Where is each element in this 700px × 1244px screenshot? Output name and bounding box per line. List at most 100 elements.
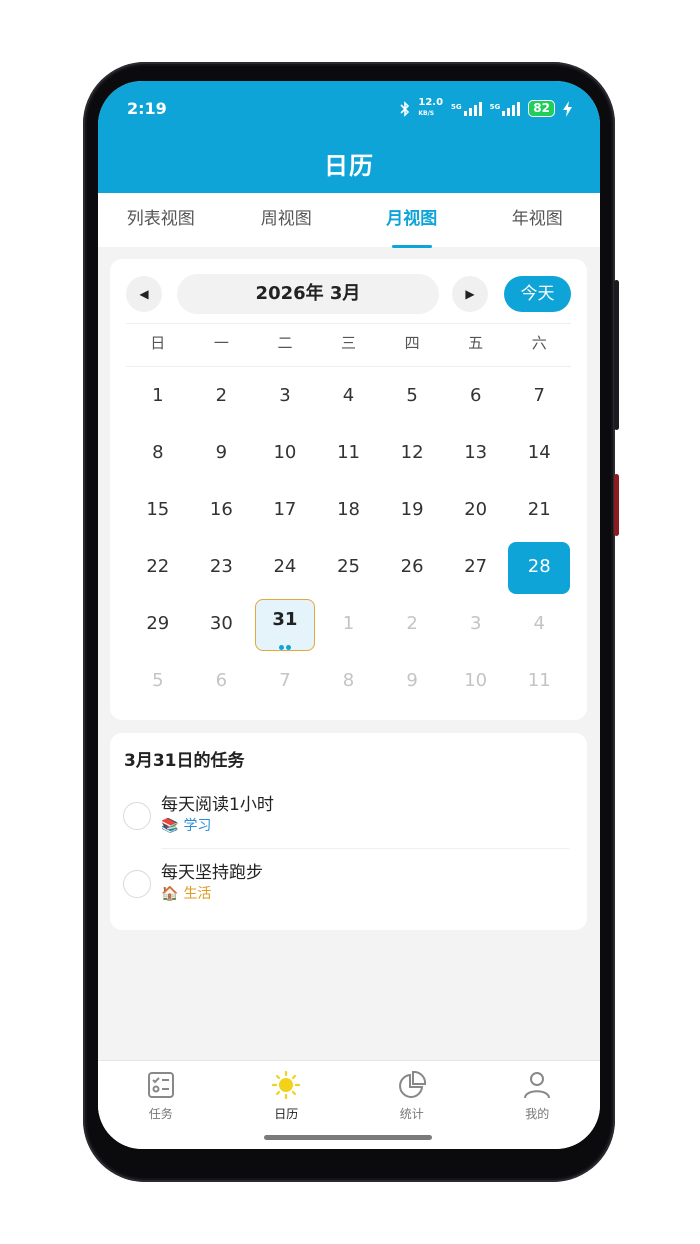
calendar-day[interactable]: 7 xyxy=(507,371,571,428)
calendar-day[interactable]: 30 xyxy=(190,599,254,656)
calendar-day[interactable]: 8 xyxy=(317,656,381,713)
calendar-day[interactable]: 24 xyxy=(253,542,317,599)
checklist-icon xyxy=(147,1072,174,1098)
calendar-day[interactable]: 27 xyxy=(444,542,508,599)
day-number: 11 xyxy=(527,670,551,691)
nav-label: 任务 xyxy=(148,1107,173,1121)
network-speed-value: 12.0 xyxy=(418,97,444,108)
month-label[interactable]: 2026年 3月 xyxy=(177,274,439,314)
tab-week-view[interactable]: 周视图 xyxy=(224,193,350,247)
calendar-day[interactable]: 2 xyxy=(190,371,254,428)
task-list-heading: 3月31日的任务 xyxy=(124,751,245,771)
task-title: 每天阅读1小时 xyxy=(161,795,274,815)
day-number: 19 xyxy=(400,499,424,520)
day-number: 1 xyxy=(152,385,164,406)
day-number: 23 xyxy=(209,556,233,577)
calendar-day[interactable]: 11 xyxy=(507,656,571,713)
calendar-day[interactable]: 10 xyxy=(444,656,508,713)
calendar-day[interactable]: 3 xyxy=(444,599,508,656)
calendar-day-today[interactable]: 31 xyxy=(253,599,317,656)
calendar-day[interactable]: 13 xyxy=(444,428,508,485)
day-number: 13 xyxy=(464,442,488,463)
nav-tasks[interactable]: 任务 xyxy=(98,1061,224,1149)
calendar-day[interactable]: 3 xyxy=(253,371,317,428)
calendar-day[interactable]: 15 xyxy=(126,485,190,542)
calendar-day[interactable]: 14 xyxy=(507,428,571,485)
calendar-day[interactable]: 20 xyxy=(444,485,508,542)
day-number: 2 xyxy=(406,613,418,634)
day-number: 27 xyxy=(464,556,488,577)
pie-chart-icon xyxy=(398,1071,426,1098)
calendar-day[interactable]: 9 xyxy=(190,428,254,485)
day-number: 29 xyxy=(146,613,170,634)
task-checkbox[interactable] xyxy=(123,870,151,898)
calendar-day[interactable]: 25 xyxy=(317,542,381,599)
calendar-day[interactable]: 8 xyxy=(126,428,190,485)
calendar-day[interactable]: 9 xyxy=(380,656,444,713)
calendar-day[interactable]: 12 xyxy=(380,428,444,485)
day-number: 4 xyxy=(342,385,355,406)
calendar-day[interactable]: 16 xyxy=(190,485,254,542)
home-indicator xyxy=(264,1135,432,1140)
weekday-label: 日 xyxy=(150,334,166,352)
day-number: 31 xyxy=(272,609,298,630)
today-button[interactable]: 今天 xyxy=(504,276,571,312)
tab-year-view[interactable]: 年视图 xyxy=(475,193,601,247)
tab-month-view[interactable]: 月视图 xyxy=(349,193,475,248)
calendar-week-row: 29 30 31 1 2 3 4 xyxy=(126,599,571,656)
weekday-label: 六 xyxy=(531,334,547,352)
day-number: 16 xyxy=(209,499,233,520)
calendar-day[interactable]: 18 xyxy=(317,485,381,542)
next-month-button[interactable]: ▶ xyxy=(452,276,488,312)
calendar-day[interactable]: 17 xyxy=(253,485,317,542)
task-tag-label: 学习 xyxy=(183,818,212,834)
battery-indicator: 82 xyxy=(528,100,555,117)
weekday-label: 三 xyxy=(341,334,357,352)
calendar-day[interactable]: 23 xyxy=(190,542,254,599)
calendar-day[interactable]: 7 xyxy=(253,656,317,713)
task-item[interactable]: 每天坚持跑步 🏠 生活 xyxy=(110,848,587,916)
calendar-week-row: 22 23 24 25 26 27 28 xyxy=(126,542,571,599)
day-number: 3 xyxy=(469,613,482,634)
books-icon: 📚 xyxy=(161,818,179,834)
nav-label: 我的 xyxy=(525,1107,550,1121)
calendar-day[interactable]: 11 xyxy=(317,428,381,485)
calendar-day[interactable]: 2 xyxy=(380,599,444,656)
calendar-day-selected[interactable]: 28 xyxy=(507,542,571,599)
task-checkbox[interactable] xyxy=(123,802,151,830)
view-tabs: 列表视图 周视图 月视图 年视图 xyxy=(98,193,601,248)
person-icon xyxy=(524,1072,551,1099)
calendar-day[interactable]: 5 xyxy=(126,656,190,713)
weekday-label: 二 xyxy=(277,334,293,352)
sim1-label: 5G xyxy=(451,102,462,111)
nav-label: 日历 xyxy=(274,1107,299,1121)
nav-label: 统计 xyxy=(399,1107,424,1121)
calendar-day[interactable]: 4 xyxy=(507,599,571,656)
tab-list-view[interactable]: 列表视图 xyxy=(98,193,224,247)
calendar-day[interactable]: 22 xyxy=(126,542,190,599)
task-item[interactable]: 每天阅读1小时 📚 学习 xyxy=(110,780,587,848)
calendar-day[interactable]: 26 xyxy=(380,542,444,599)
calendar-day[interactable]: 6 xyxy=(444,371,508,428)
app-screen: 2:19 12.0 KB/S 5G 5G 82 日历 列表视图 周视图 月视图 年… xyxy=(98,81,600,1149)
day-number: 7 xyxy=(279,670,291,691)
calendar-day[interactable]: 5 xyxy=(380,371,444,428)
day-number: 9 xyxy=(215,442,228,463)
month-navigator: ◀ 2026年 3月 ▶ 今天 xyxy=(126,274,571,314)
prev-month-button[interactable]: ◀ xyxy=(126,276,162,312)
calendar-day[interactable]: 6 xyxy=(190,656,254,713)
day-number: 6 xyxy=(469,385,482,406)
nav-profile[interactable]: 我的 xyxy=(475,1061,601,1149)
calendar-day[interactable]: 10 xyxy=(253,428,317,485)
calendar-day[interactable]: 19 xyxy=(380,485,444,542)
calendar-week-row: 5 6 7 8 9 10 11 xyxy=(126,656,571,713)
day-number: 9 xyxy=(406,670,418,691)
calendar-day[interactable]: 1 xyxy=(126,371,190,428)
calendar-day[interactable]: 1 xyxy=(317,599,381,656)
day-number: 21 xyxy=(527,499,551,520)
calendar-day[interactable]: 21 xyxy=(507,485,571,542)
weekday-header: 日 一 二 三 四 五 六 xyxy=(126,332,571,353)
calendar-day[interactable]: 29 xyxy=(126,599,190,656)
sim2-signal-icon: 5G xyxy=(490,101,521,116)
calendar-day[interactable]: 4 xyxy=(317,371,381,428)
